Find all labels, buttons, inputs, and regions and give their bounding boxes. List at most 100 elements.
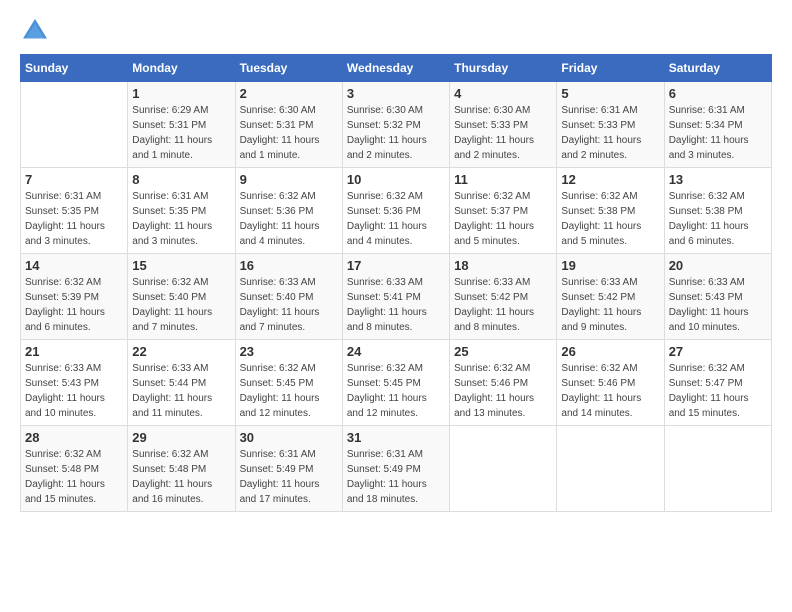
calendar-cell: 11 Sunrise: 6:32 AMSunset: 5:37 PMDayligh… — [450, 168, 557, 254]
calendar-cell: 22 Sunrise: 6:33 AMSunset: 5:44 PMDayligh… — [128, 340, 235, 426]
day-info: Sunrise: 6:30 AMSunset: 5:33 PMDaylight:… — [454, 103, 552, 163]
calendar-cell: 3 Sunrise: 6:30 AMSunset: 5:32 PMDaylight… — [342, 82, 449, 168]
calendar-cell: 29 Sunrise: 6:32 AMSunset: 5:48 PMDayligh… — [128, 426, 235, 512]
calendar-week-row: 7Sunrise: 6:31 AMSunset: 5:35 PMDaylight… — [21, 168, 772, 254]
day-info: Sunrise: 6:33 AMSunset: 5:43 PMDaylight:… — [669, 275, 767, 335]
day-info: Sunrise: 6:32 AMSunset: 5:47 PMDaylight:… — [669, 361, 767, 421]
calendar-cell: 8 Sunrise: 6:31 AMSunset: 5:35 PMDaylight… — [128, 168, 235, 254]
calendar-cell: 9 Sunrise: 6:32 AMSunset: 5:36 PMDaylight… — [235, 168, 342, 254]
day-info: Sunrise: 6:32 AMSunset: 5:36 PMDaylight:… — [240, 189, 338, 249]
calendar-body: 1 Sunrise: 6:29 AMSunset: 5:31 PMDaylight… — [21, 82, 772, 512]
calendar-table: SundayMondayTuesdayWednesdayThursdayFrid… — [20, 54, 772, 512]
calendar-cell: 24Sunrise: 6:32 AMSunset: 5:45 PMDayligh… — [342, 340, 449, 426]
calendar-cell: 4 Sunrise: 6:30 AMSunset: 5:33 PMDaylight… — [450, 82, 557, 168]
day-info: Sunrise: 6:32 AMSunset: 5:38 PMDaylight:… — [669, 189, 767, 249]
day-number: 21 — [25, 344, 123, 359]
day-info: Sunrise: 6:31 AMSunset: 5:34 PMDaylight:… — [669, 103, 767, 163]
day-info: Sunrise: 6:32 AMSunset: 5:45 PMDaylight:… — [347, 361, 445, 421]
day-info: Sunrise: 6:33 AMSunset: 5:42 PMDaylight:… — [454, 275, 552, 335]
calendar-cell: 21Sunrise: 6:33 AMSunset: 5:43 PMDayligh… — [21, 340, 128, 426]
page-header — [20, 16, 772, 46]
day-number: 28 — [25, 430, 123, 445]
day-number: 14 — [25, 258, 123, 273]
day-number: 11 — [454, 172, 552, 187]
calendar-cell: 19 Sunrise: 6:33 AMSunset: 5:42 PMDayligh… — [557, 254, 664, 340]
day-info: Sunrise: 6:33 AMSunset: 5:42 PMDaylight:… — [561, 275, 659, 335]
day-number: 20 — [669, 258, 767, 273]
day-info: Sunrise: 6:32 AMSunset: 5:48 PMDaylight:… — [132, 447, 230, 507]
weekday-header-wednesday: Wednesday — [342, 55, 449, 82]
calendar-header: SundayMondayTuesdayWednesdayThursdayFrid… — [21, 55, 772, 82]
day-number: 12 — [561, 172, 659, 187]
day-info: Sunrise: 6:32 AMSunset: 5:37 PMDaylight:… — [454, 189, 552, 249]
day-number: 16 — [240, 258, 338, 273]
day-number: 15 — [132, 258, 230, 273]
day-number: 23 — [240, 344, 338, 359]
day-info: Sunrise: 6:33 AMSunset: 5:44 PMDaylight:… — [132, 361, 230, 421]
calendar-cell: 1 Sunrise: 6:29 AMSunset: 5:31 PMDaylight… — [128, 82, 235, 168]
calendar-cell: 31 Sunrise: 6:31 AMSunset: 5:49 PMDayligh… — [342, 426, 449, 512]
calendar-cell: 14Sunrise: 6:32 AMSunset: 5:39 PMDayligh… — [21, 254, 128, 340]
day-number: 30 — [240, 430, 338, 445]
calendar-cell: 6 Sunrise: 6:31 AMSunset: 5:34 PMDaylight… — [664, 82, 771, 168]
day-info: Sunrise: 6:31 AMSunset: 5:49 PMDaylight:… — [240, 447, 338, 507]
calendar-cell: 10Sunrise: 6:32 AMSunset: 5:36 PMDayligh… — [342, 168, 449, 254]
day-number: 3 — [347, 86, 445, 101]
day-info: Sunrise: 6:29 AMSunset: 5:31 PMDaylight:… — [132, 103, 230, 163]
weekday-header-friday: Friday — [557, 55, 664, 82]
day-info: Sunrise: 6:32 AMSunset: 5:46 PMDaylight:… — [561, 361, 659, 421]
calendar-cell: 16 Sunrise: 6:33 AMSunset: 5:40 PMDayligh… — [235, 254, 342, 340]
day-info: Sunrise: 6:32 AMSunset: 5:48 PMDaylight:… — [25, 447, 123, 507]
day-number: 22 — [132, 344, 230, 359]
day-info: Sunrise: 6:32 AMSunset: 5:40 PMDaylight:… — [132, 275, 230, 335]
day-info: Sunrise: 6:33 AMSunset: 5:40 PMDaylight:… — [240, 275, 338, 335]
calendar-cell: 13 Sunrise: 6:32 AMSunset: 5:38 PMDayligh… — [664, 168, 771, 254]
day-number: 26 — [561, 344, 659, 359]
day-info: Sunrise: 6:32 AMSunset: 5:45 PMDaylight:… — [240, 361, 338, 421]
calendar-cell: 5Sunrise: 6:31 AMSunset: 5:33 PMDaylight… — [557, 82, 664, 168]
day-number: 6 — [669, 86, 767, 101]
calendar-week-row: 21Sunrise: 6:33 AMSunset: 5:43 PMDayligh… — [21, 340, 772, 426]
calendar-cell — [557, 426, 664, 512]
day-info: Sunrise: 6:31 AMSunset: 5:35 PMDaylight:… — [132, 189, 230, 249]
calendar-cell: 23 Sunrise: 6:32 AMSunset: 5:45 PMDayligh… — [235, 340, 342, 426]
calendar-week-row: 28 Sunrise: 6:32 AMSunset: 5:48 PMDayligh… — [21, 426, 772, 512]
calendar-week-row: 14Sunrise: 6:32 AMSunset: 5:39 PMDayligh… — [21, 254, 772, 340]
calendar-cell — [450, 426, 557, 512]
weekday-header-row: SundayMondayTuesdayWednesdayThursdayFrid… — [21, 55, 772, 82]
calendar-cell: 25Sunrise: 6:32 AMSunset: 5:46 PMDayligh… — [450, 340, 557, 426]
calendar-cell: 7Sunrise: 6:31 AMSunset: 5:35 PMDaylight… — [21, 168, 128, 254]
calendar-cell: 27 Sunrise: 6:32 AMSunset: 5:47 PMDayligh… — [664, 340, 771, 426]
calendar-cell: 28 Sunrise: 6:32 AMSunset: 5:48 PMDayligh… — [21, 426, 128, 512]
weekday-header-tuesday: Tuesday — [235, 55, 342, 82]
day-number: 27 — [669, 344, 767, 359]
logo-icon — [20, 16, 50, 46]
day-number: 8 — [132, 172, 230, 187]
calendar-cell: 15 Sunrise: 6:32 AMSunset: 5:40 PMDayligh… — [128, 254, 235, 340]
day-number: 19 — [561, 258, 659, 273]
day-number: 2 — [240, 86, 338, 101]
day-number: 18 — [454, 258, 552, 273]
calendar-cell — [21, 82, 128, 168]
day-info: Sunrise: 6:31 AMSunset: 5:35 PMDaylight:… — [25, 189, 123, 249]
calendar-cell: 20 Sunrise: 6:33 AMSunset: 5:43 PMDayligh… — [664, 254, 771, 340]
day-number: 9 — [240, 172, 338, 187]
day-number: 17 — [347, 258, 445, 273]
day-info: Sunrise: 6:32 AMSunset: 5:38 PMDaylight:… — [561, 189, 659, 249]
day-number: 4 — [454, 86, 552, 101]
day-info: Sunrise: 6:30 AMSunset: 5:31 PMDaylight:… — [240, 103, 338, 163]
day-info: Sunrise: 6:33 AMSunset: 5:41 PMDaylight:… — [347, 275, 445, 335]
day-number: 31 — [347, 430, 445, 445]
day-info: Sunrise: 6:32 AMSunset: 5:36 PMDaylight:… — [347, 189, 445, 249]
calendar-week-row: 1 Sunrise: 6:29 AMSunset: 5:31 PMDaylight… — [21, 82, 772, 168]
day-number: 1 — [132, 86, 230, 101]
weekday-header-thursday: Thursday — [450, 55, 557, 82]
day-number: 29 — [132, 430, 230, 445]
calendar-cell: 30 Sunrise: 6:31 AMSunset: 5:49 PMDayligh… — [235, 426, 342, 512]
calendar-cell: 17 Sunrise: 6:33 AMSunset: 5:41 PMDayligh… — [342, 254, 449, 340]
day-number: 13 — [669, 172, 767, 187]
day-number: 25 — [454, 344, 552, 359]
day-info: Sunrise: 6:30 AMSunset: 5:32 PMDaylight:… — [347, 103, 445, 163]
day-info: Sunrise: 6:31 AMSunset: 5:33 PMDaylight:… — [561, 103, 659, 163]
day-info: Sunrise: 6:31 AMSunset: 5:49 PMDaylight:… — [347, 447, 445, 507]
